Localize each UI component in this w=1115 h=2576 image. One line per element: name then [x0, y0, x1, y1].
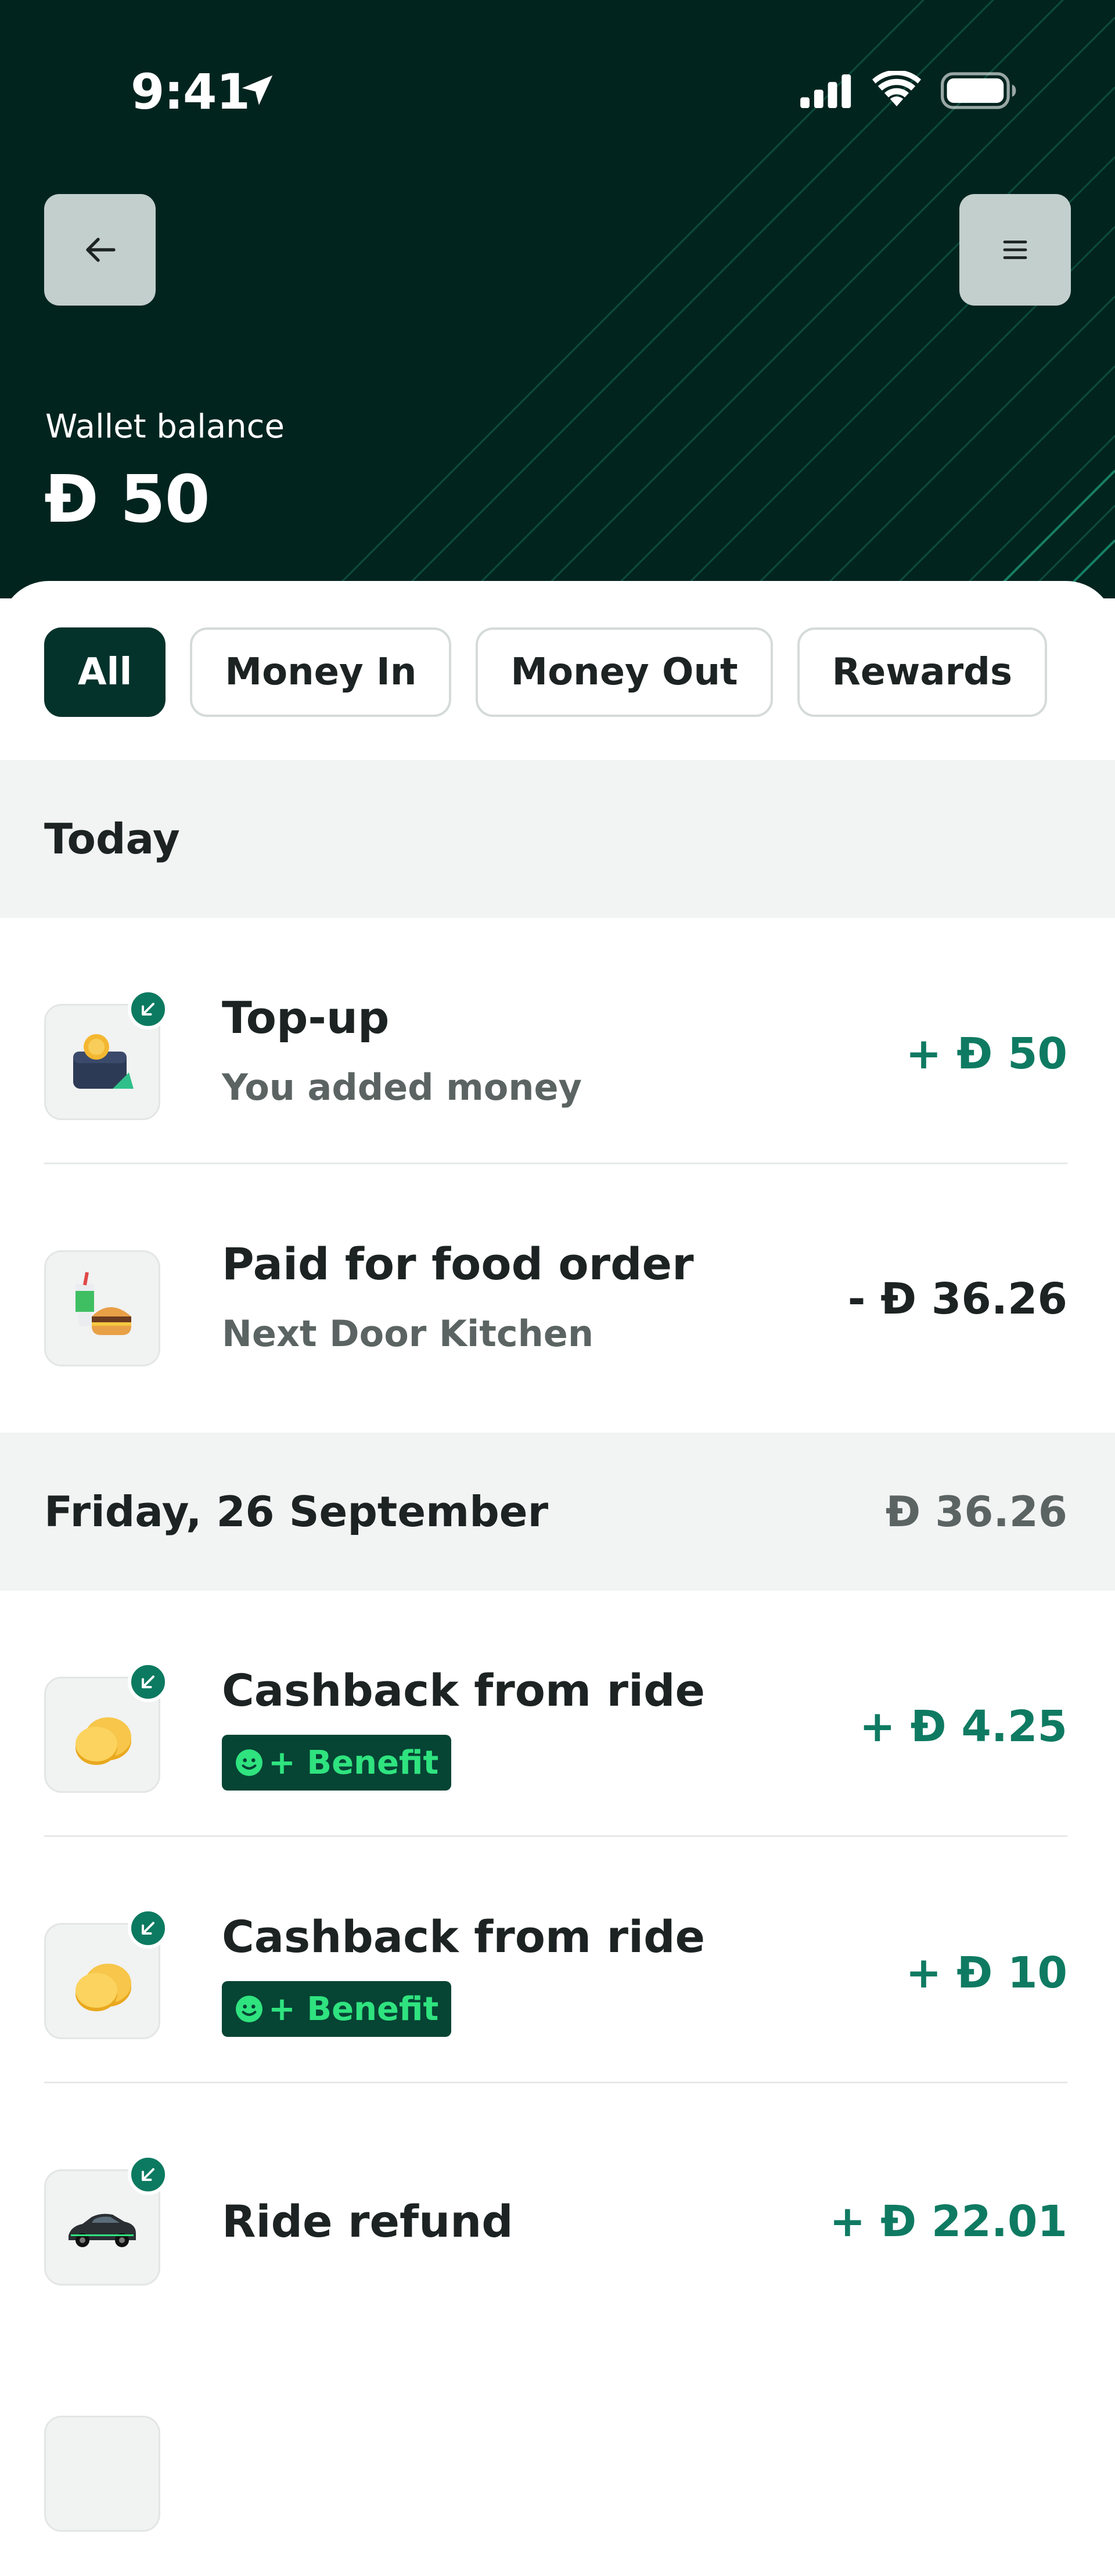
section-title: Today [44, 815, 180, 863]
transaction-amount: + Đ 50 [905, 1029, 1067, 1079]
transaction-row[interactable]: Ride refund + Đ 22.01 [0, 2083, 1115, 2330]
smiley-icon [236, 1749, 262, 1776]
burger-drink-icon [44, 1250, 160, 1366]
money-in-badge-icon [128, 1662, 168, 1702]
benefit-badge: + Benefit [222, 1981, 452, 2037]
section-header-today: Today [0, 760, 1115, 918]
section-header-friday: Friday, 26 September Đ 36.26 [0, 1433, 1115, 1591]
transaction-subtitle: You added money [222, 1066, 582, 1108]
filter-tabs: All Money In Money Out Rewards [44, 627, 1048, 717]
transaction-row[interactable]: Top-up You added money + Đ 50 [0, 918, 1115, 1164]
transaction-title: Paid for food order [222, 1238, 694, 1290]
wifi-icon [872, 71, 921, 106]
benefit-label: + Benefit [268, 1990, 439, 2028]
tab-rewards[interactable]: Rewards [797, 627, 1048, 717]
wallet-balance-amount: Đ 50 [44, 462, 210, 537]
cellular-signal-icon [800, 74, 851, 108]
transaction-row[interactable]: Cashback from ride + Benefit + Đ 10 [0, 1837, 1115, 2083]
transaction-row[interactable]: Paid for food order Next Door Kitchen - … [0, 1164, 1115, 1411]
transaction-title: Top-up [222, 992, 390, 1043]
battery-icon [941, 72, 1016, 109]
transaction-title: Cashback from ride [222, 1911, 706, 1963]
wallet-header: 9:41 Wallet balance Đ 50 [0, 0, 1115, 598]
transaction-title: Cashback from ride [222, 1664, 706, 1716]
transaction-row[interactable] [0, 2330, 1115, 2576]
transaction-amount: + Đ 10 [905, 1948, 1067, 1998]
menu-button[interactable] [959, 194, 1071, 306]
status-time: 9:41 [131, 63, 250, 120]
wallet-balance-label: Wallet balance [45, 408, 285, 446]
tab-all[interactable]: All [44, 627, 166, 717]
transaction-amount: + Đ 4.25 [859, 1702, 1067, 1752]
benefit-badge: + Benefit [222, 1735, 452, 1791]
transaction-subtitle: Next Door Kitchen [222, 1312, 594, 1355]
transaction-row[interactable]: Cashback from ride + Benefit + Đ 4.25 [0, 1591, 1115, 1837]
hamburger-menu-icon [1003, 241, 1027, 259]
section-title: Friday, 26 September [44, 1487, 549, 1536]
status-bar: 9:41 [0, 0, 1115, 174]
transaction-amount: + Đ 22.01 [829, 2197, 1067, 2247]
transactions-sheet: All Money In Money Out Rewards Today Top… [0, 581, 1115, 2532]
money-in-badge-icon [128, 1908, 168, 1949]
back-button[interactable] [44, 194, 156, 306]
section-total: Đ 36.26 [885, 1487, 1067, 1536]
location-arrow-icon [242, 75, 273, 105]
transaction-title: Ride refund [222, 2195, 513, 2247]
tab-money-in[interactable]: Money In [190, 627, 452, 717]
tab-money-out[interactable]: Money Out [476, 627, 773, 717]
transaction-icon-placeholder [44, 2416, 160, 2532]
arrow-left-icon [86, 238, 116, 262]
transaction-amount: - Đ 36.26 [847, 1274, 1067, 1324]
smiley-icon [236, 1996, 262, 2022]
money-in-badge-icon [128, 2154, 168, 2195]
benefit-label: + Benefit [268, 1743, 439, 1782]
money-in-badge-icon [128, 989, 168, 1029]
